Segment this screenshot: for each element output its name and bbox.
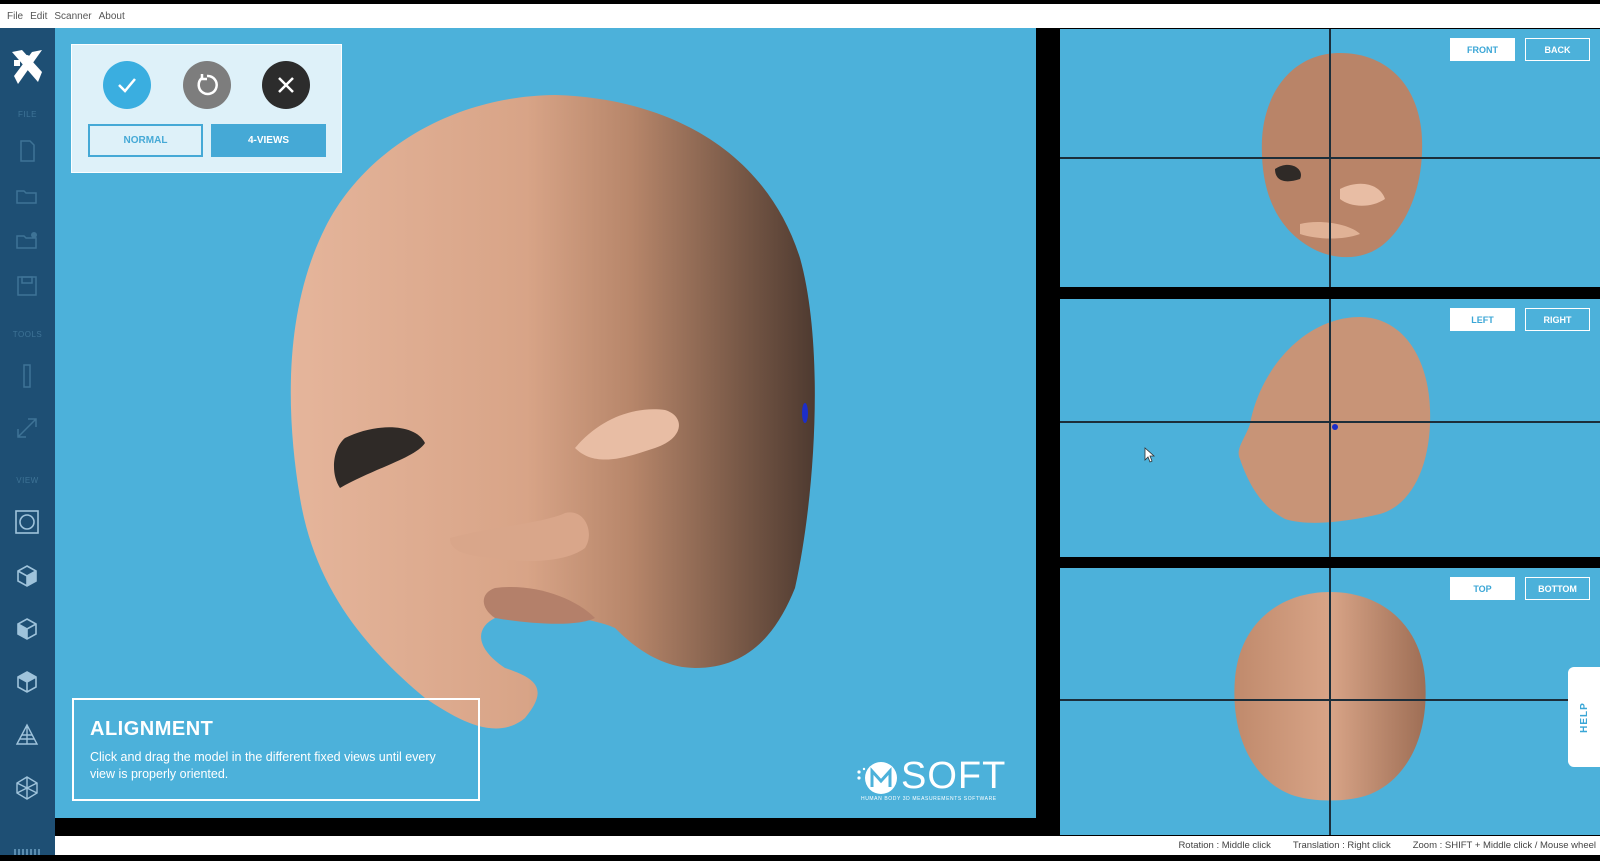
status-bar: Rotation : Middle click Translation : Ri…: [55, 836, 1600, 855]
save-icon[interactable]: [12, 271, 42, 301]
menu-scanner[interactable]: Scanner: [54, 11, 91, 22]
alignment-title: ALIGNMENT: [90, 718, 214, 740]
top-crosshair-vertical: [1329, 568, 1331, 835]
sidebar-section-file: FILE: [18, 110, 37, 119]
confirm-button[interactable]: [103, 61, 151, 109]
help-tab[interactable]: HELP: [1568, 667, 1600, 767]
cancel-button[interactable]: [262, 61, 310, 109]
status-rotation: Rotation : Middle click: [1178, 840, 1271, 851]
alignment-info-box: ALIGNMENT Click and drag the model in th…: [72, 698, 480, 801]
checkmark-icon: [118, 78, 136, 93]
menu-bar: File Edit Scanner About: [0, 4, 1600, 28]
mouse-cursor-icon: [1144, 447, 1156, 463]
sidebar: FILE TOOLS VIEW: [0, 28, 55, 855]
left-button[interactable]: LEFT: [1450, 308, 1515, 331]
import-folder-icon[interactable]: [12, 226, 42, 256]
sidebar-section-tools: TOOLS: [12, 330, 43, 339]
help-label: HELP: [1578, 701, 1590, 733]
view-orbit-icon[interactable]: [12, 507, 42, 537]
brand-logo: SOFT HUMAN BODY 3D MEASUREMENTS SOFTWARE: [855, 756, 1025, 802]
status-translation: Translation : Right click: [1292, 840, 1391, 851]
sidebar-grip[interactable]: [14, 849, 40, 855]
mode-panel: NORMAL 4-VIEWS: [71, 44, 342, 173]
cube-side-icon[interactable]: [12, 614, 42, 644]
cube-front-icon[interactable]: [12, 561, 42, 591]
main-3d-viewport[interactable]: NORMAL 4-VIEWS ALIGNMENT Click and drag …: [55, 28, 1036, 818]
measure-tool-icon[interactable]: [12, 361, 42, 391]
left-view-panel[interactable]: LEFT RIGHT: [1060, 299, 1600, 557]
sidebar-section-view: VIEW: [16, 476, 39, 485]
resize-tool-icon[interactable]: [12, 413, 42, 443]
wireframe-icon[interactable]: [12, 720, 42, 750]
left-crosshair-vertical: [1329, 299, 1331, 557]
open-folder-icon[interactable]: [12, 181, 42, 211]
brand-tagline: HUMAN BODY 3D MEASUREMENTS SOFTWARE: [861, 796, 997, 802]
top-view-panel[interactable]: TOP BOTTOM: [1060, 568, 1600, 835]
app-logo-icon: [8, 46, 46, 88]
front-crosshair-vertical: [1329, 29, 1331, 287]
reset-button[interactable]: [183, 61, 231, 109]
right-button[interactable]: RIGHT: [1525, 308, 1590, 331]
four-views-button[interactable]: 4-VIEWS: [211, 124, 326, 157]
status-zoom: Zoom : SHIFT + Middle click / Mouse whee…: [1412, 840, 1596, 851]
new-file-icon[interactable]: [12, 136, 42, 166]
top-button[interactable]: TOP: [1450, 577, 1515, 600]
close-icon: [278, 77, 294, 93]
menu-edit[interactable]: Edit: [30, 11, 47, 22]
menu-about[interactable]: About: [99, 11, 125, 22]
brand-name: SOFT: [901, 755, 1007, 797]
front-button[interactable]: FRONT: [1450, 38, 1515, 61]
alignment-description: Click and drag the model in the differen…: [90, 750, 436, 781]
bottom-button[interactable]: BOTTOM: [1525, 577, 1590, 600]
normal-view-button[interactable]: NORMAL: [88, 124, 203, 157]
front-view-panel[interactable]: FRONT BACK: [1060, 29, 1600, 287]
msoft-logo-icon: [857, 762, 897, 794]
back-button[interactable]: BACK: [1525, 38, 1590, 61]
cube-top-icon[interactable]: [12, 667, 42, 697]
reset-icon: [197, 74, 218, 96]
menu-file[interactable]: File: [7, 11, 23, 22]
mesh-icon[interactable]: [12, 773, 42, 803]
